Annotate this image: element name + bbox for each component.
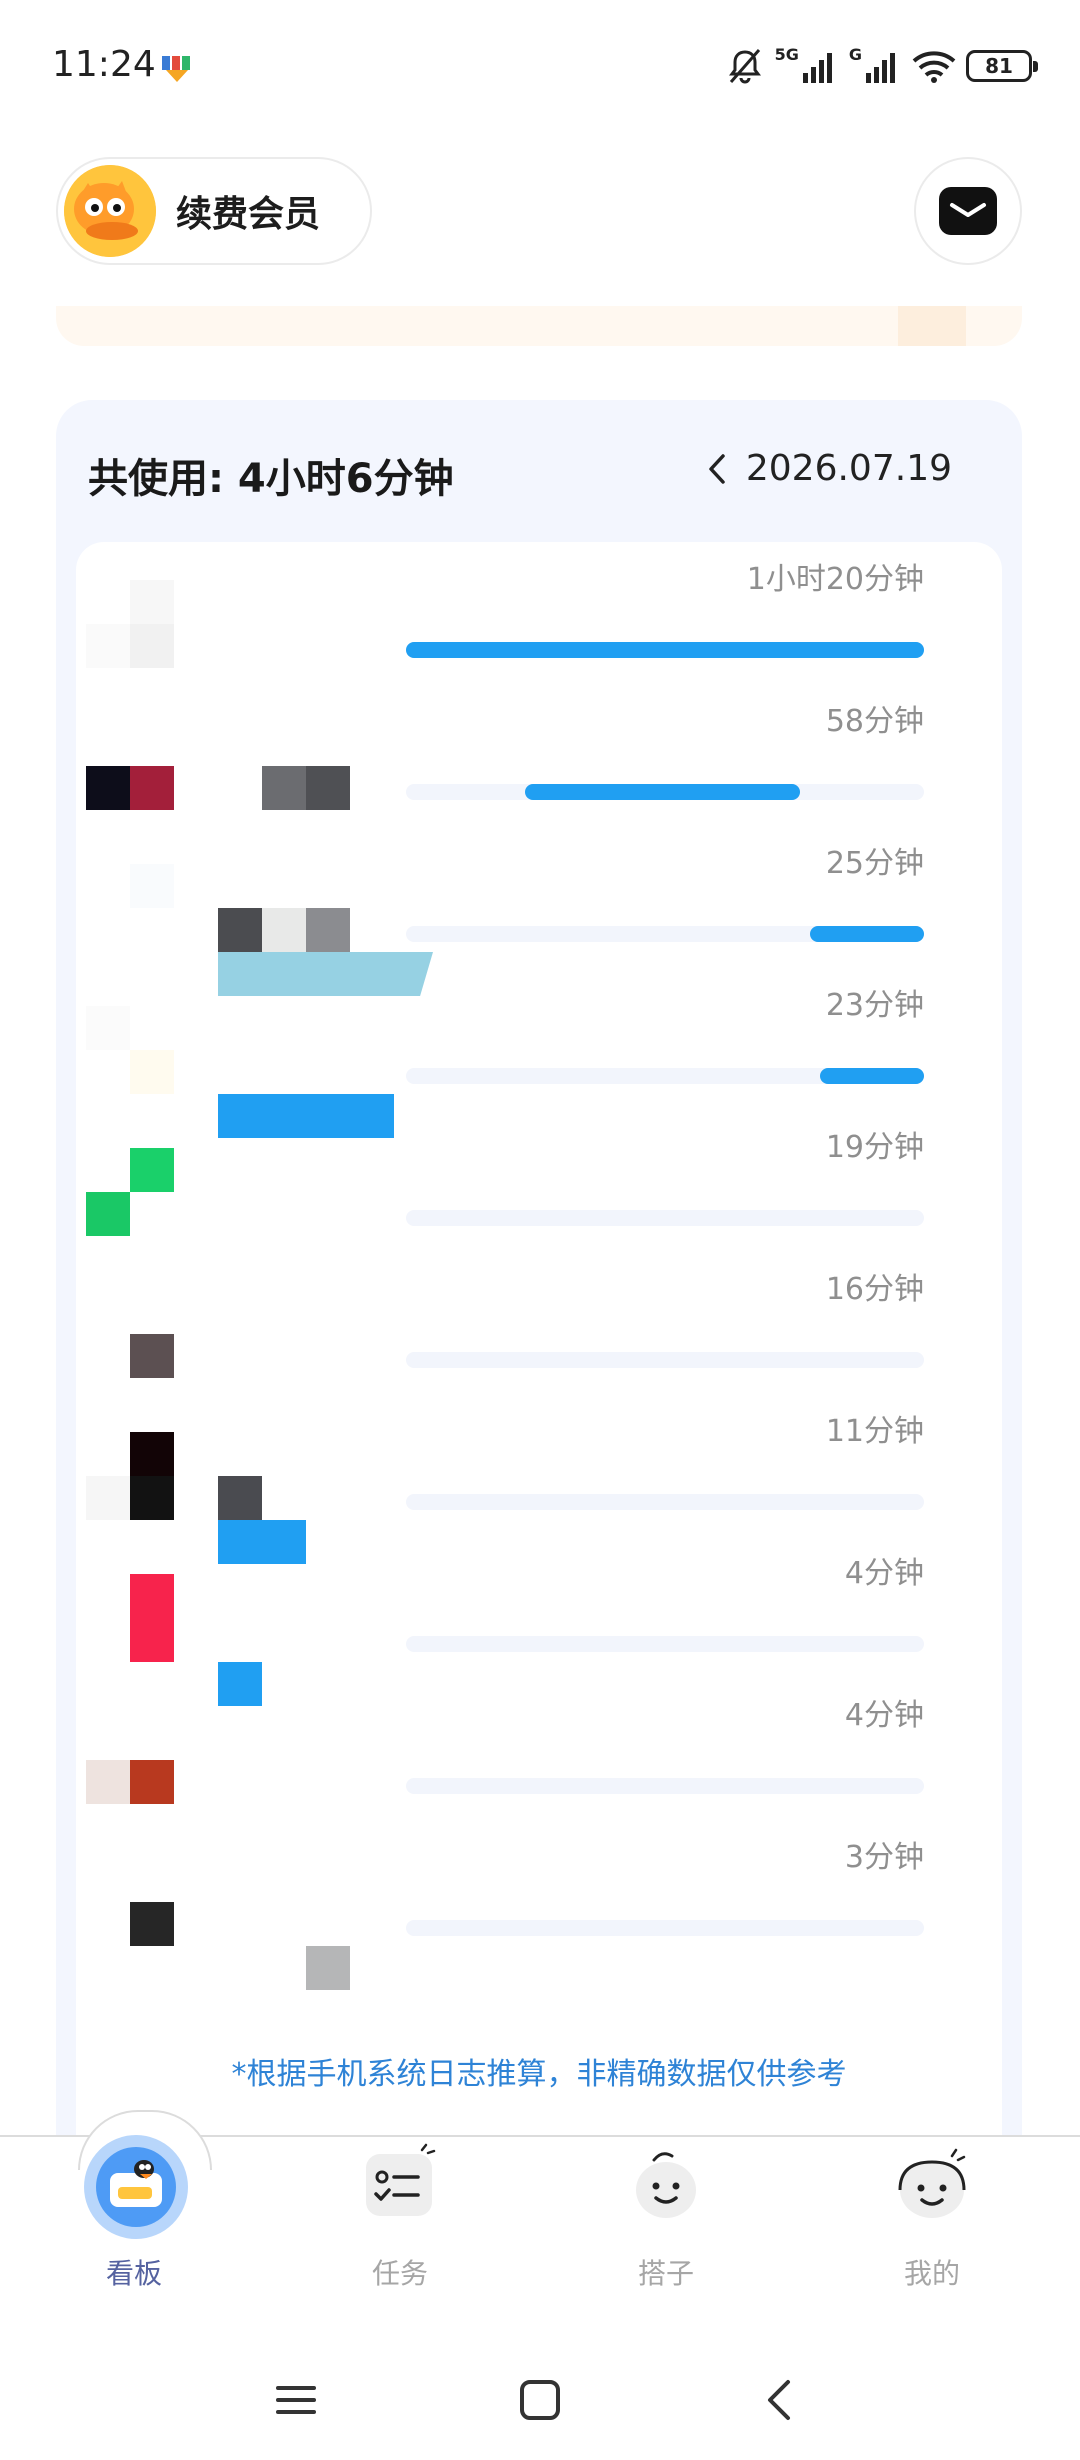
- app-icon: [86, 1574, 174, 1662]
- app-icon: [86, 1006, 174, 1094]
- usage-bar-track: [406, 642, 924, 658]
- menu-icon[interactable]: [266, 2370, 326, 2430]
- usage-bar-track: [406, 1068, 924, 1084]
- date-selector[interactable]: 2026.07.19: [706, 448, 952, 489]
- chevron-left-icon[interactable]: [706, 452, 728, 486]
- app-name-redacted: [306, 766, 350, 810]
- usage-bar-track: [406, 1920, 924, 1936]
- usage-duration: 4分钟: [844, 1698, 924, 1733]
- mail-button[interactable]: [914, 157, 1022, 265]
- app-name-redacted: [218, 908, 262, 952]
- tab-label: 我的: [903, 2257, 960, 2290]
- usage-row[interactable]: 4分钟: [76, 1678, 1002, 1820]
- app-download-icon: [162, 56, 190, 82]
- app-icon: [86, 1432, 174, 1520]
- app-icon: [86, 1858, 174, 1946]
- usage-date: 2026.07.19: [745, 448, 952, 489]
- tab-label: 任务: [371, 2257, 428, 2290]
- silent-bell-icon: [728, 49, 761, 84]
- signal-icon: [802, 53, 832, 83]
- app-icon: [86, 1290, 174, 1378]
- usage-bar-track: [406, 1494, 924, 1510]
- usage-card: 共使用: 4小时6分钟 2026.07.19 1小时20分钟 58分钟 25分钟…: [56, 400, 1022, 2242]
- app-icon: [86, 722, 174, 810]
- back-icon[interactable]: [750, 2370, 810, 2430]
- usage-duration: 58分钟: [825, 704, 924, 739]
- app-name-redacted: [306, 908, 350, 952]
- dashboard-icon[interactable]: [84, 2135, 188, 2239]
- battery-level: 81: [985, 54, 1013, 78]
- buddy-face-icon: [636, 2152, 696, 2218]
- usage-bar-track: [406, 784, 924, 800]
- app-name-redacted: [262, 908, 306, 952]
- usage-bar-track: [406, 1636, 924, 1652]
- mail-icon: [939, 187, 997, 235]
- system-navigation-bar: [0, 2330, 1080, 2460]
- wifi-icon: [912, 51, 956, 83]
- usage-duration: 4分钟: [844, 1556, 924, 1591]
- promo-banner[interactable]: [56, 306, 1022, 346]
- profile-face-icon: [898, 2148, 966, 2218]
- signal-icon: [866, 53, 895, 83]
- usage-duration: 1小时20分钟: [746, 562, 924, 597]
- tab-label: 搭子: [637, 2257, 694, 2290]
- usage-bar: [820, 1068, 924, 1084]
- app-icon: [86, 1148, 174, 1236]
- usage-row[interactable]: 19分钟: [76, 1110, 1002, 1252]
- usage-row[interactable]: 4分钟: [76, 1536, 1002, 1706]
- usage-bar: [525, 784, 800, 800]
- tab-buddy[interactable]: 搭子: [576, 2140, 756, 2290]
- usage-duration: 3分钟: [844, 1840, 924, 1875]
- usage-row[interactable]: 58分钟: [76, 684, 1002, 826]
- battery-icon: 81: [966, 50, 1038, 82]
- home-icon[interactable]: [510, 2370, 570, 2430]
- usage-row[interactable]: 23分钟: [76, 968, 1002, 1138]
- tab-label: 看板: [105, 2257, 162, 2290]
- status-time: 11:24: [52, 44, 156, 85]
- app-icon: [86, 864, 174, 952]
- task-list-icon: [366, 2143, 436, 2216]
- usage-bar: [810, 926, 924, 942]
- usage-duration: 23分钟: [825, 988, 924, 1023]
- app-name-redacted: [306, 1946, 350, 1990]
- usage-row[interactable]: 25分钟: [76, 826, 1002, 996]
- usage-list: 1小时20分钟 58分钟 25分钟 23分钟 19分钟 16分钟 11分钟 4分…: [76, 542, 1002, 2242]
- usage-duration: 16分钟: [825, 1272, 924, 1307]
- usage-bar-track: [406, 926, 924, 942]
- app-name-redacted: [262, 766, 306, 810]
- usage-bar-track: [406, 1778, 924, 1794]
- usage-row[interactable]: 11分钟: [76, 1394, 1002, 1564]
- usage-duration: 11分钟: [825, 1414, 924, 1449]
- app-name-redacted: [218, 1476, 262, 1520]
- membership-label: 续费会员: [176, 194, 321, 235]
- tab-tasks[interactable]: 任务: [310, 2140, 490, 2290]
- duck-avatar-icon: [64, 165, 156, 257]
- usage-duration: 19分钟: [825, 1130, 924, 1165]
- app-icon: [86, 1716, 174, 1804]
- usage-bar: [406, 642, 924, 658]
- usage-bar-track: [406, 1352, 924, 1368]
- status-icons: 5G G 81: [725, 44, 1038, 88]
- app-icon: [86, 580, 174, 668]
- signal-2-tag: G: [848, 44, 862, 64]
- usage-row[interactable]: 3分钟: [76, 1820, 1002, 1990]
- usage-row[interactable]: 16分钟: [76, 1252, 1002, 1394]
- tab-profile[interactable]: 我的: [842, 2140, 1022, 2290]
- usage-total: 共使用: 4小时6分钟: [88, 456, 454, 502]
- usage-footnote: *根据手机系统日志推算，非精确数据仅供参考: [231, 2057, 847, 2092]
- usage-bar-track: [406, 1210, 924, 1226]
- renew-membership-button[interactable]: 续费会员: [56, 157, 372, 265]
- usage-row[interactable]: 1小时20分钟: [76, 542, 1002, 684]
- signal-1-tag: 5G: [774, 44, 799, 64]
- usage-duration: 25分钟: [825, 846, 924, 881]
- status-bar: 11:24 5G G 81: [0, 0, 1080, 140]
